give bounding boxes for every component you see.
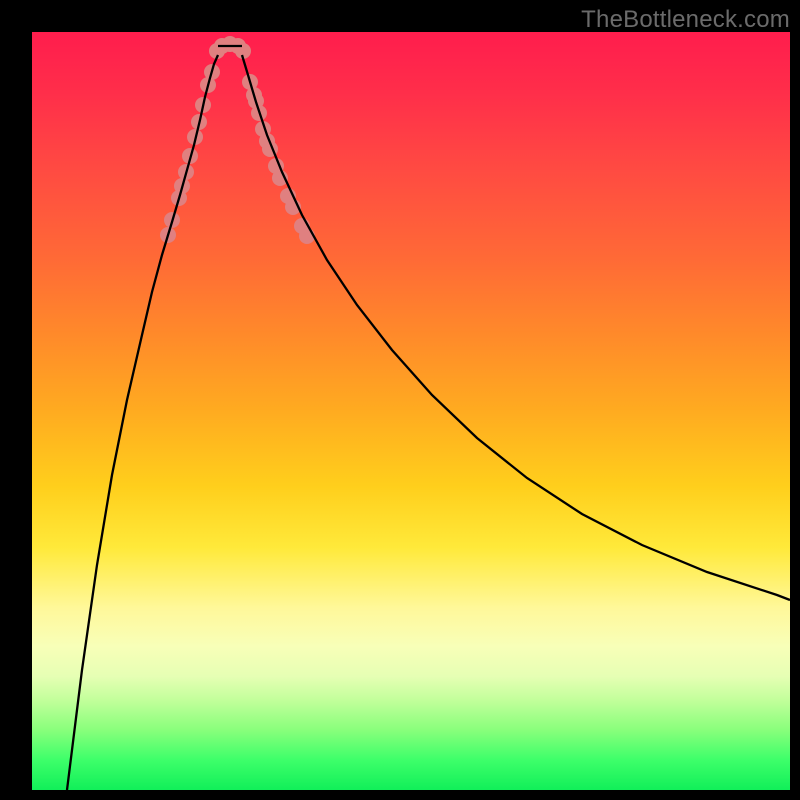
curve-right-branch	[242, 55, 790, 600]
dots-bottom	[209, 36, 251, 59]
watermark-text: TheBottleneck.com	[581, 6, 790, 34]
dots-left	[160, 64, 220, 243]
outer-frame: TheBottleneck.com	[0, 0, 800, 800]
curve-left-branch	[67, 55, 218, 790]
plot-area	[32, 32, 790, 790]
chart-svg	[32, 32, 790, 790]
